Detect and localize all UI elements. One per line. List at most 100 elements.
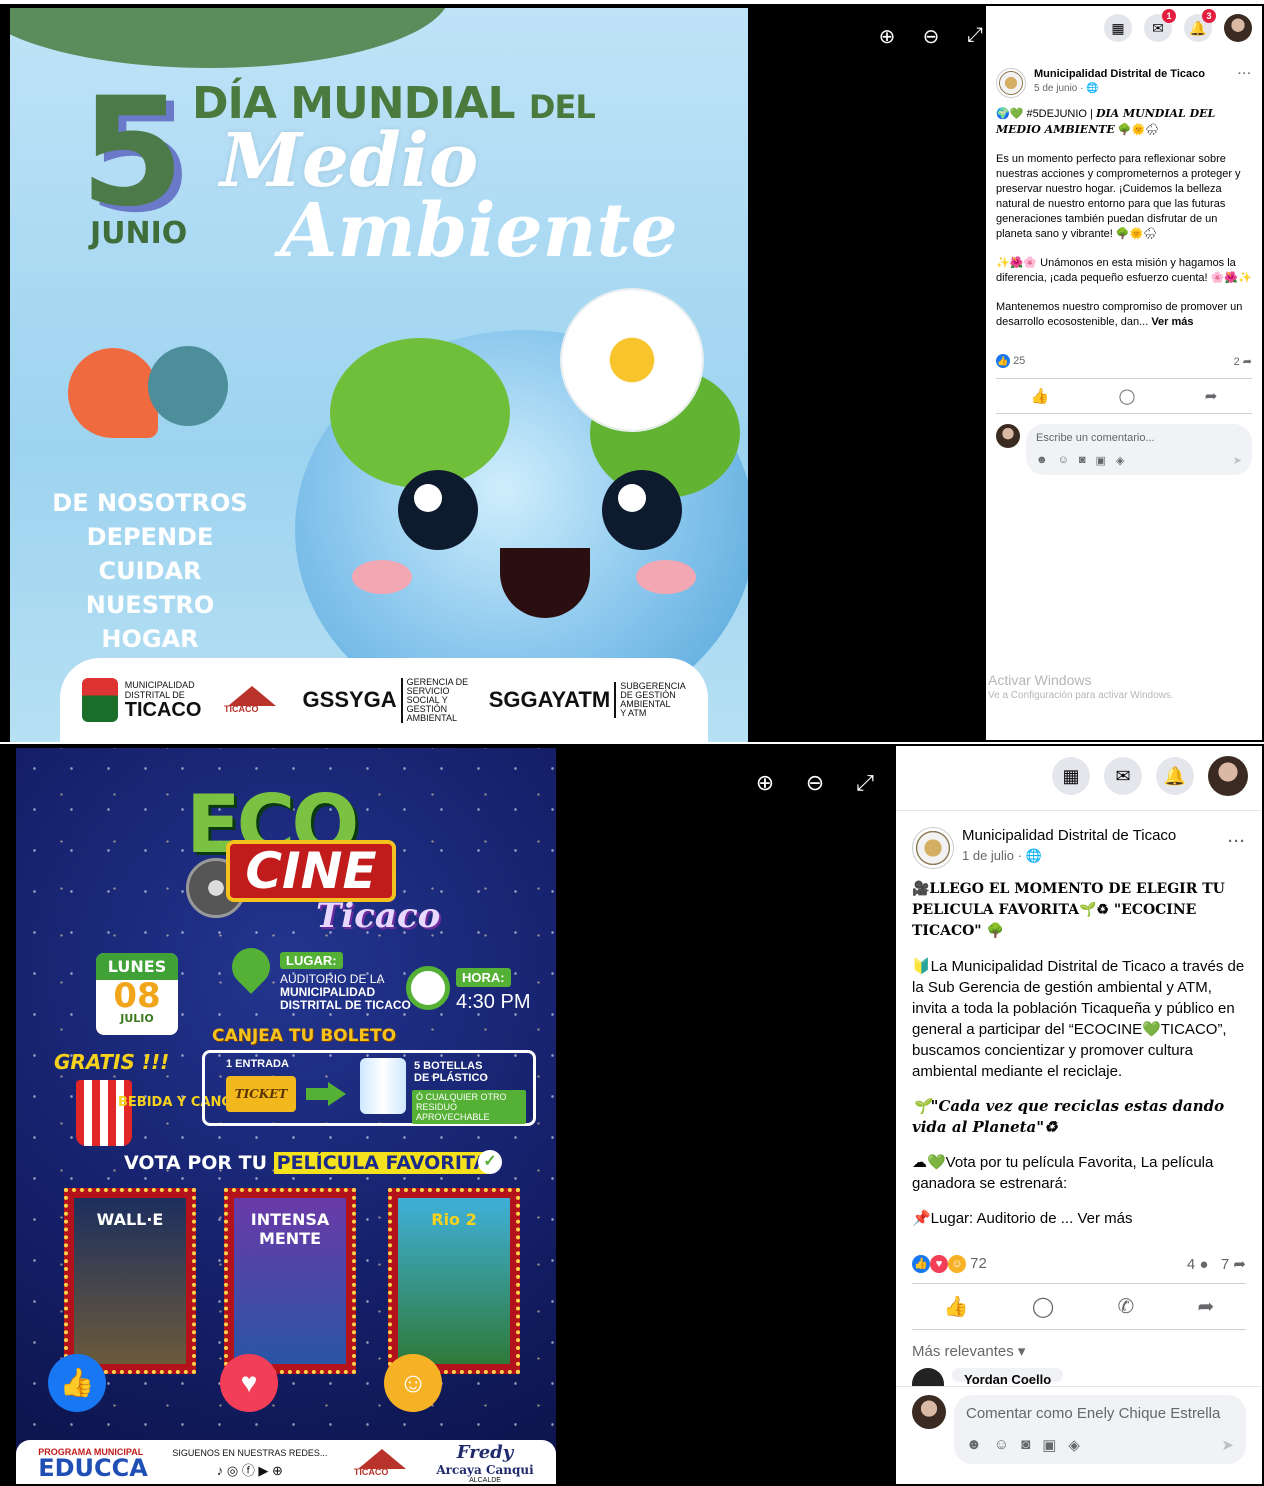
comment-tools: ☻ ☺ ◙ ▣ ◈ ➤	[1036, 454, 1242, 467]
post-image-ecocine[interactable]: ECO CINE Ticaco LUNES 08 JULIO LUGAR: AU…	[16, 748, 556, 1484]
post-header: Municipalidad Distrital de Ticaco 1 de j…	[896, 823, 1262, 873]
reaction-count-text: 72	[970, 1255, 987, 1272]
post-heading: 🌍💚 #5DEJUNIO | DIA MUNDIAL DEL MEDIO AMB…	[996, 106, 1252, 138]
apps-menu-icon[interactable]: ▦	[1052, 757, 1090, 795]
zoom-in-icon[interactable]: ⊕	[876, 24, 898, 49]
zoom-out-icon[interactable]: ⊖	[804, 770, 826, 796]
post-quote: 🌱"Cada vez que reciclas estas dando vida…	[912, 1097, 1225, 1136]
movie-poster-rio2[interactable]: Rio 2	[388, 1188, 520, 1374]
send-icon[interactable]: ➤	[1221, 1436, 1234, 1454]
comment-box[interactable]: Comentar como Enely Chique Estrella ☻ ☺ …	[954, 1395, 1246, 1465]
page-name[interactable]: Municipalidad Distrital de Ticaco	[962, 827, 1176, 844]
send-icon[interactable]: ➤	[1233, 454, 1242, 467]
user-avatar	[996, 424, 1020, 448]
calendar-month: JULIO	[120, 1012, 154, 1025]
photo-viewer: 5 JUNIO DÍA MUNDIAL DEL Medio Ambiente D…	[2, 6, 986, 742]
messenger-icon[interactable]: ✉	[1104, 757, 1142, 795]
gif-icon[interactable]: ▣	[1042, 1436, 1056, 1454]
share-button-icon[interactable]: ➦	[1198, 1294, 1215, 1319]
post-paragraph: ☁💚Vota por tu película Favorita, La pelí…	[912, 1154, 1214, 1192]
fullscreen-icon[interactable]: ⤢	[854, 770, 876, 796]
share-button-icon[interactable]: ➦	[1205, 387, 1218, 405]
post-options-icon[interactable]: ···	[1238, 68, 1252, 80]
watermark-subtitle: Ve a Configuración para activar Windows.	[988, 690, 1174, 701]
notifications-icon[interactable]: 🔔	[1156, 757, 1194, 795]
like-reaction-icon: 👍	[912, 1255, 930, 1274]
time-value: 4:30 PM	[456, 991, 531, 1013]
love-reaction-icon: ♥	[930, 1255, 948, 1274]
movie-poster-walle[interactable]: WALL·E	[64, 1188, 196, 1374]
messenger-icon[interactable]: ✉ 1	[1144, 9, 1176, 42]
share-count[interactable]: 2 ➦	[1234, 355, 1252, 368]
comment-count-text: 4	[1186, 1256, 1196, 1274]
like-button-icon[interactable]: 👍	[1031, 387, 1050, 405]
reaction-count[interactable]: 👍 ♥ ☺ 72	[912, 1255, 987, 1274]
post-heading-text: 🌍💚 #5DEJUNIO |	[996, 108, 1096, 120]
globe-icon: 🌐	[1025, 848, 1042, 863]
profile-avatar[interactable]	[1208, 756, 1248, 796]
page-name[interactable]: Municipalidad Distrital de Ticaco	[1034, 68, 1205, 80]
comment-sort-label: Más relevantes	[912, 1343, 1014, 1361]
post-date[interactable]: 5 de junio · 🌐	[1034, 83, 1205, 94]
venue-info: LUGAR: AUDITORIO DE LA MUNICIPALIDAD DIS…	[280, 952, 411, 1012]
photo-viewer: ECO CINE Ticaco LUNES 08 JULIO LUGAR: AU…	[2, 746, 896, 1484]
earth-right-eye	[602, 470, 682, 550]
post-heading: 🎥LLEGO EL MOMENTO DE ELEGIR TU PELICULA …	[912, 881, 1225, 939]
whatsapp-icon[interactable]: ✆	[1118, 1294, 1135, 1319]
like-button-icon[interactable]: 👍	[944, 1294, 969, 1319]
notifications-badge: 3	[1202, 9, 1216, 23]
page-avatar[interactable]	[996, 68, 1026, 98]
comment-box[interactable]: Escribe un comentario... ☻ ☺ ◙ ▣ ◈ ➤	[1026, 424, 1252, 475]
ticaco-tourism-logo: TICACO	[222, 682, 282, 718]
post-date[interactable]: 1 de julio · 🌐	[962, 848, 1176, 864]
muni-logo-line: MUNICIPALIDAD	[124, 680, 195, 690]
notifications-icon[interactable]: 🔔 3	[1184, 9, 1216, 42]
post-meta: Municipalidad Distrital de Ticaco 1 de j…	[962, 827, 1176, 864]
comment-input[interactable]: Comentar como Enely Chique Estrella	[966, 1405, 1234, 1422]
gif-icon[interactable]: ▣	[1095, 454, 1105, 467]
post-image-medio-ambiente[interactable]: 5 JUNIO DÍA MUNDIAL DEL Medio Ambiente D…	[10, 8, 748, 742]
gssyga-label: GSSYGA	[302, 687, 397, 712]
profile-avatar[interactable]	[1224, 14, 1252, 42]
care-reaction-icon[interactable]: ☺	[384, 1354, 442, 1412]
sticker-icon[interactable]: ◈	[1116, 454, 1124, 467]
page-avatar[interactable]	[912, 827, 954, 869]
comment-input[interactable]: Escribe un comentario...	[1036, 432, 1242, 444]
post-paragraph-text: Mantenemos nuestro compromiso de promove…	[996, 301, 1243, 328]
share-count[interactable]: 7 ➦	[1221, 1256, 1246, 1273]
alarm-clock-icon	[406, 966, 450, 1010]
emoji-icon[interactable]: ☺	[1058, 454, 1069, 467]
emoji-icon[interactable]: ☺	[994, 1436, 1009, 1454]
see-more-link[interactable]: Ver más	[1077, 1210, 1132, 1227]
comment-composer: Escribe un comentario... ☻ ☺ ◙ ▣ ◈ ➤	[986, 414, 1262, 485]
sticker-icon[interactable]: ◈	[1068, 1436, 1080, 1454]
see-more-link[interactable]: Ver más	[1151, 316, 1193, 328]
comment-sort[interactable]: Más relevantes ▾	[896, 1330, 1262, 1364]
camera-icon[interactable]: ◙	[1079, 454, 1086, 467]
like-reaction-icon[interactable]: 👍	[48, 1354, 106, 1412]
post-paragraph: 📌Lugar: Auditorio de ... Ver más	[912, 1208, 1246, 1229]
avatar-sticker-icon[interactable]: ☻	[966, 1436, 982, 1454]
comment-button-icon[interactable]: ◯	[1032, 1294, 1054, 1319]
apps-menu-icon[interactable]: ▦	[1104, 14, 1132, 42]
comment-tools: ☻ ☺ ◙ ▣ ◈ ➤	[966, 1436, 1234, 1454]
love-reaction-icon[interactable]: ♥	[220, 1354, 278, 1412]
residue-label: Ó CUALQUIER OTRO RESIDUO APROVECHABLE	[412, 1090, 526, 1124]
comment-author[interactable]: Yordan Coello	[952, 1368, 1064, 1386]
muni-logo-text: MUNICIPALIDAD DISTRITAL DE TICACO	[125, 680, 202, 720]
reaction-count[interactable]: 👍 25	[996, 354, 1025, 368]
post-paragraph: Es un momento perfecto para reflexionar …	[996, 153, 1241, 240]
camera-icon[interactable]: ◙	[1021, 1436, 1030, 1454]
movie-poster-intensamente[interactable]: INTENSA MENTE	[224, 1188, 356, 1374]
fullscreen-icon[interactable]: ⤢	[964, 24, 986, 49]
comment-count[interactable]: 4 ●	[1187, 1256, 1209, 1273]
commenter-avatar[interactable]	[912, 1368, 944, 1387]
poster-ambiente: Ambiente	[280, 188, 678, 274]
post-options-icon[interactable]: ···	[1228, 833, 1246, 850]
zoom-out-icon[interactable]: ⊖	[920, 24, 942, 49]
zoom-in-icon[interactable]: ⊕	[754, 770, 776, 796]
post-actions: 👍 ◯ ➦	[996, 378, 1252, 414]
avatar-sticker-icon[interactable]: ☻	[1036, 454, 1048, 467]
post-paragraph: 🔰La Municipalidad Distrital de Ticaco a …	[912, 958, 1245, 1080]
comment-button-icon[interactable]: ◯	[1119, 387, 1136, 405]
